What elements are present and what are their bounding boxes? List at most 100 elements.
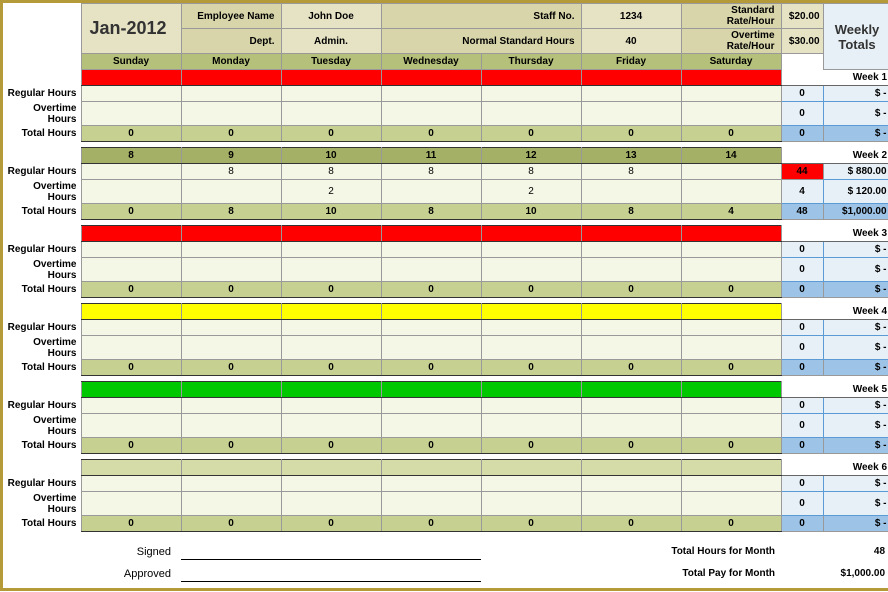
approved-line[interactable] — [181, 566, 481, 582]
week-3-reg-6[interactable] — [681, 242, 781, 258]
week-5-reg-2[interactable] — [281, 398, 381, 414]
week-6-reg-5[interactable] — [581, 476, 681, 492]
dept-value[interactable]: Admin. — [281, 29, 381, 54]
week-1-ot-2[interactable] — [281, 102, 381, 126]
week-3-reg-0[interactable] — [81, 242, 181, 258]
week-1-tot-pay: $ - — [823, 126, 888, 142]
week-2-reg-4[interactable]: 8 — [481, 164, 581, 180]
week-1-ot-5[interactable] — [581, 102, 681, 126]
week-4-reg-4[interactable] — [481, 320, 581, 336]
week-5-ot-5[interactable] — [581, 414, 681, 438]
week-2-reg-2[interactable]: 8 — [281, 164, 381, 180]
norm-hrs-value[interactable]: 40 — [581, 29, 681, 54]
week-2-ot-0[interactable] — [81, 180, 181, 204]
week-1-ot-0[interactable] — [81, 102, 181, 126]
week-2-ot-3[interactable] — [381, 180, 481, 204]
week-4-reg-1[interactable] — [181, 320, 281, 336]
week-1-reg-5[interactable] — [581, 86, 681, 102]
week-4-reg-6[interactable] — [681, 320, 781, 336]
week-4-ot-6[interactable] — [681, 336, 781, 360]
week-5-reg-1[interactable] — [181, 398, 281, 414]
signed-label: Signed — [81, 544, 181, 560]
week-5-reg-0[interactable] — [81, 398, 181, 414]
week-5-ot-4[interactable] — [481, 414, 581, 438]
week-2-ot-4[interactable]: 2 — [481, 180, 581, 204]
week-2-ot-5[interactable] — [581, 180, 681, 204]
week-2-reg-6[interactable] — [681, 164, 781, 180]
week-5-ot-6[interactable] — [681, 414, 781, 438]
week-2-reg-1[interactable]: 8 — [181, 164, 281, 180]
week-6-reg-3[interactable] — [381, 476, 481, 492]
emp-name-value[interactable]: John Doe — [281, 4, 381, 29]
week-1-reg-0[interactable] — [81, 86, 181, 102]
week-5-reg-4[interactable] — [481, 398, 581, 414]
week-6-ot-3[interactable] — [381, 492, 481, 516]
week-3-datebar: Week 3 — [3, 226, 888, 242]
week-2-reg-5[interactable]: 8 — [581, 164, 681, 180]
staff-no-value[interactable]: 1234 — [581, 4, 681, 29]
week-6-reg-6[interactable] — [681, 476, 781, 492]
week-6-reg-2[interactable] — [281, 476, 381, 492]
week-3-reg-4[interactable] — [481, 242, 581, 258]
week-3-tot-0: 0 — [81, 282, 181, 298]
week-6-reg-1[interactable] — [181, 476, 281, 492]
week-6-ot-5[interactable] — [581, 492, 681, 516]
week-6-ot-4[interactable] — [481, 492, 581, 516]
week-5-reg-6[interactable] — [681, 398, 781, 414]
week-3-reg-3[interactable] — [381, 242, 481, 258]
week-1-reg-6[interactable] — [681, 86, 781, 102]
week-3-reg-2[interactable] — [281, 242, 381, 258]
week-4-reg-0[interactable] — [81, 320, 181, 336]
ot-rate-value[interactable]: $30.00 — [781, 29, 823, 54]
week-5-date-0 — [81, 382, 181, 398]
week-1-reg-3[interactable] — [381, 86, 481, 102]
week-3-ot-6[interactable] — [681, 258, 781, 282]
week-4-ot-0[interactable] — [81, 336, 181, 360]
week-2-ot-6[interactable] — [681, 180, 781, 204]
week-1-reg-1[interactable] — [181, 86, 281, 102]
week-1-reg-2[interactable] — [281, 86, 381, 102]
week-3-ot-5[interactable] — [581, 258, 681, 282]
week-4-reg-3[interactable] — [381, 320, 481, 336]
week-3-reg-5[interactable] — [581, 242, 681, 258]
week-4-reg-5[interactable] — [581, 320, 681, 336]
week-5-reg-3[interactable] — [381, 398, 481, 414]
week-4-ot-2[interactable] — [281, 336, 381, 360]
week-3-ot-4[interactable] — [481, 258, 581, 282]
week-3-ot-0[interactable] — [81, 258, 181, 282]
week-6-ot-6[interactable] — [681, 492, 781, 516]
week-1-reg-4[interactable] — [481, 86, 581, 102]
week-1-ot-4[interactable] — [481, 102, 581, 126]
week-5-ot-3[interactable] — [381, 414, 481, 438]
week-4-ot-1[interactable] — [181, 336, 281, 360]
signed-line[interactable] — [181, 544, 481, 560]
week-3-ot-3[interactable] — [381, 258, 481, 282]
week-2-ot-1[interactable] — [181, 180, 281, 204]
week-6-reg-0[interactable] — [81, 476, 181, 492]
week-3-ot-1[interactable] — [181, 258, 281, 282]
week-3-ot-2[interactable] — [281, 258, 381, 282]
std-rate-value[interactable]: $20.00 — [781, 4, 823, 29]
week-5-ot-0[interactable] — [81, 414, 181, 438]
week-5-reg-5[interactable] — [581, 398, 681, 414]
regular-hours-label: Regular Hours — [3, 86, 81, 102]
week-4-reg-2[interactable] — [281, 320, 381, 336]
week-6-ot-1[interactable] — [181, 492, 281, 516]
week-4-ot-5[interactable] — [581, 336, 681, 360]
week-2-ot-2[interactable]: 2 — [281, 180, 381, 204]
week-1-ot-3[interactable] — [381, 102, 481, 126]
week-1-label: Week 1 — [781, 70, 888, 86]
week-6-ot-0[interactable] — [81, 492, 181, 516]
week-1-tot-1: 0 — [181, 126, 281, 142]
week-5-ot-1[interactable] — [181, 414, 281, 438]
week-4-ot-4[interactable] — [481, 336, 581, 360]
week-6-reg-4[interactable] — [481, 476, 581, 492]
week-1-ot-6[interactable] — [681, 102, 781, 126]
week-2-reg-3[interactable]: 8 — [381, 164, 481, 180]
week-1-ot-1[interactable] — [181, 102, 281, 126]
week-6-ot-2[interactable] — [281, 492, 381, 516]
week-4-ot-3[interactable] — [381, 336, 481, 360]
week-3-reg-1[interactable] — [181, 242, 281, 258]
week-5-ot-2[interactable] — [281, 414, 381, 438]
week-2-reg-0[interactable] — [81, 164, 181, 180]
